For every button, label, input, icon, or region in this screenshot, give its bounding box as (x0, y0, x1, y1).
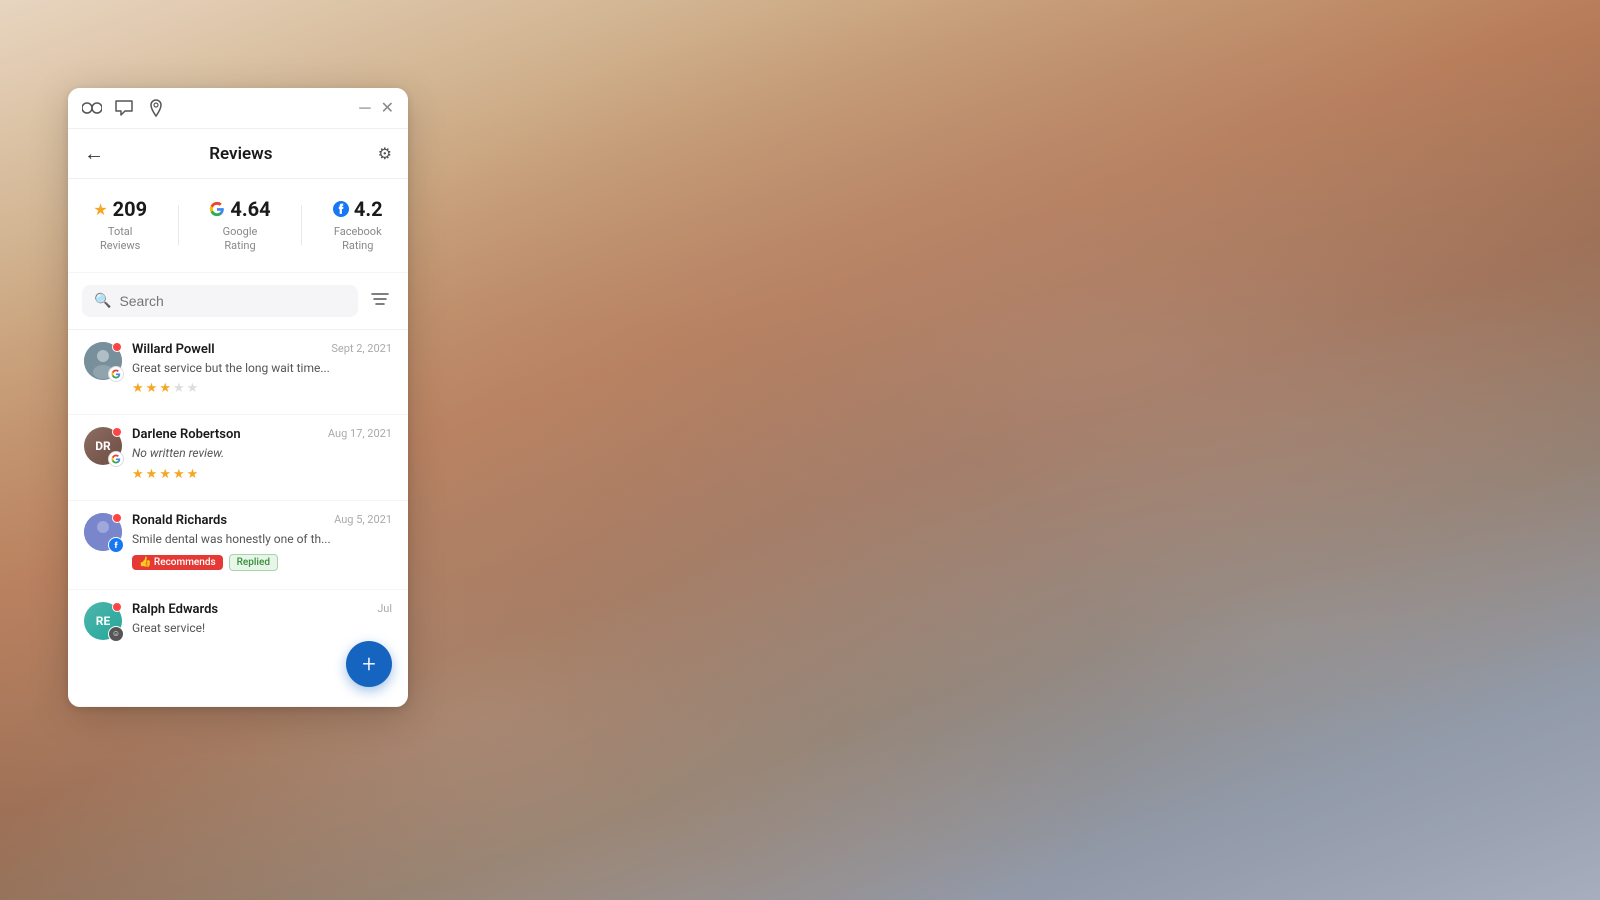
star-3: ★ (159, 381, 171, 396)
stat-divider-2 (301, 205, 302, 245)
notification-dot (112, 602, 122, 612)
google-icon (209, 201, 225, 217)
notification-dot (112, 342, 122, 352)
google-rating-number: 4.64 (230, 197, 270, 221)
reviews-panel: ─ ✕ ← Reviews ⚙ ★ 209 TotalReviews (68, 88, 408, 707)
review-text: No written review. (132, 445, 392, 462)
facebook-rating-label: FacebookRating (334, 225, 382, 254)
review-content: Darlene Robertson Aug 17, 2021 No writte… (132, 427, 392, 482)
close-button[interactable]: ✕ (381, 100, 394, 116)
total-reviews-stat: ★ 209 TotalReviews (93, 197, 147, 254)
review-item[interactable]: DR Darlene Robertson Aug 17, (68, 415, 408, 501)
back-button[interactable]: ← (84, 141, 104, 166)
review-date: Aug 5, 2021 (334, 513, 392, 526)
star-5: ★ (187, 381, 199, 396)
chat-bubble-icon[interactable] (114, 98, 134, 118)
review-date: Jul (377, 602, 392, 615)
reviewer-name: Darlene Robertson (132, 427, 241, 442)
filter-button[interactable] (366, 287, 394, 315)
reviewer-name: Willard Powell (132, 342, 215, 357)
star-2: ★ (146, 467, 158, 482)
replied-badge: Replied (229, 554, 278, 571)
star-icon: ★ (93, 200, 107, 219)
titlebar-app-icons (82, 98, 166, 118)
settings-button[interactable]: ⚙ (378, 144, 392, 163)
google-rating-stat: 4.64 GoogleRating (209, 197, 270, 254)
star-2: ★ (146, 381, 158, 396)
review-text: Great service! (132, 620, 392, 637)
star-4: ★ (173, 467, 185, 482)
search-input[interactable] (119, 293, 346, 309)
review-item[interactable]: Ronald Richards Aug 5, 2021 Smile dental… (68, 501, 408, 590)
star-1: ★ (132, 467, 144, 482)
titlebar: ─ ✕ (68, 88, 408, 129)
minimize-button[interactable]: ─ (359, 100, 370, 116)
avatar-wrapper: DR (84, 427, 122, 465)
panel-header: ← Reviews ⚙ (68, 129, 408, 179)
star-3: ★ (159, 467, 171, 482)
review-header: Willard Powell Sept 2, 2021 (132, 342, 392, 357)
stat-divider-1 (178, 205, 179, 245)
total-reviews-number: 209 (113, 197, 147, 221)
review-top: Ronald Richards Aug 5, 2021 Smile dental… (84, 513, 392, 571)
search-input-wrapper[interactable]: 🔍 (82, 285, 358, 317)
review-header: Ralph Edwards Jul (132, 602, 392, 617)
review-top: RE ☺ Ralph Edwards Jul Great service! (84, 602, 392, 640)
google-platform-badge (108, 451, 124, 467)
double-circle-icon[interactable] (82, 98, 102, 118)
facebook-icon (333, 201, 349, 217)
facebook-rating-stat: 4.2 FacebookRating (333, 197, 383, 254)
review-header: Darlene Robertson Aug 17, 2021 (132, 427, 392, 442)
total-reviews-value-row: ★ 209 (93, 197, 147, 221)
reviewer-name: Ronald Richards (132, 513, 227, 528)
star-1: ★ (132, 381, 144, 396)
star-rating: ★ ★ ★ ★ ★ (132, 467, 392, 482)
review-top: Willard Powell Sept 2, 2021 Great servic… (84, 342, 392, 397)
reviewer-name: Ralph Edwards (132, 602, 218, 617)
review-badges: 👍 Recommends Replied (132, 554, 392, 571)
avatar-wrapper (84, 342, 122, 380)
total-reviews-label: TotalReviews (100, 225, 140, 254)
star-5: ★ (187, 467, 199, 482)
facebook-rating-number: 4.2 (354, 197, 383, 221)
add-button[interactable]: + (346, 641, 392, 687)
avatar-wrapper (84, 513, 122, 551)
review-header: Ronald Richards Aug 5, 2021 (132, 513, 392, 528)
google-rating-value-row: 4.64 (209, 197, 270, 221)
panel-title: Reviews (209, 144, 272, 164)
facebook-rating-value-row: 4.2 (333, 197, 383, 221)
review-text: Great service but the long wait time... (132, 360, 392, 377)
review-content: Willard Powell Sept 2, 2021 Great servic… (132, 342, 392, 397)
other-platform-badge: ☺ (108, 626, 124, 642)
review-date: Aug 17, 2021 (328, 427, 392, 440)
location-icon[interactable] (146, 98, 166, 118)
recommends-badge: 👍 Recommends (132, 555, 223, 570)
review-item[interactable]: Willard Powell Sept 2, 2021 Great servic… (68, 330, 408, 416)
review-text: Smile dental was honestly one of th... (132, 531, 392, 548)
star-rating: ★ ★ ★ ★ ★ (132, 381, 392, 396)
avatar-wrapper: RE ☺ (84, 602, 122, 640)
review-top: DR Darlene Robertson Aug 17, (84, 427, 392, 482)
star-4: ★ (173, 381, 185, 396)
titlebar-controls: ─ ✕ (359, 100, 394, 116)
notification-dot (112, 427, 122, 437)
review-content: Ralph Edwards Jul Great service! (132, 602, 392, 637)
search-icon: 🔍 (94, 293, 111, 309)
stats-section: ★ 209 TotalReviews 4.64 GoogleRating (68, 179, 408, 273)
review-date: Sept 2, 2021 (331, 342, 392, 355)
review-content: Ronald Richards Aug 5, 2021 Smile dental… (132, 513, 392, 571)
google-platform-badge (108, 366, 124, 382)
search-section: 🔍 (68, 273, 408, 330)
google-rating-label: GoogleRating (223, 225, 258, 254)
